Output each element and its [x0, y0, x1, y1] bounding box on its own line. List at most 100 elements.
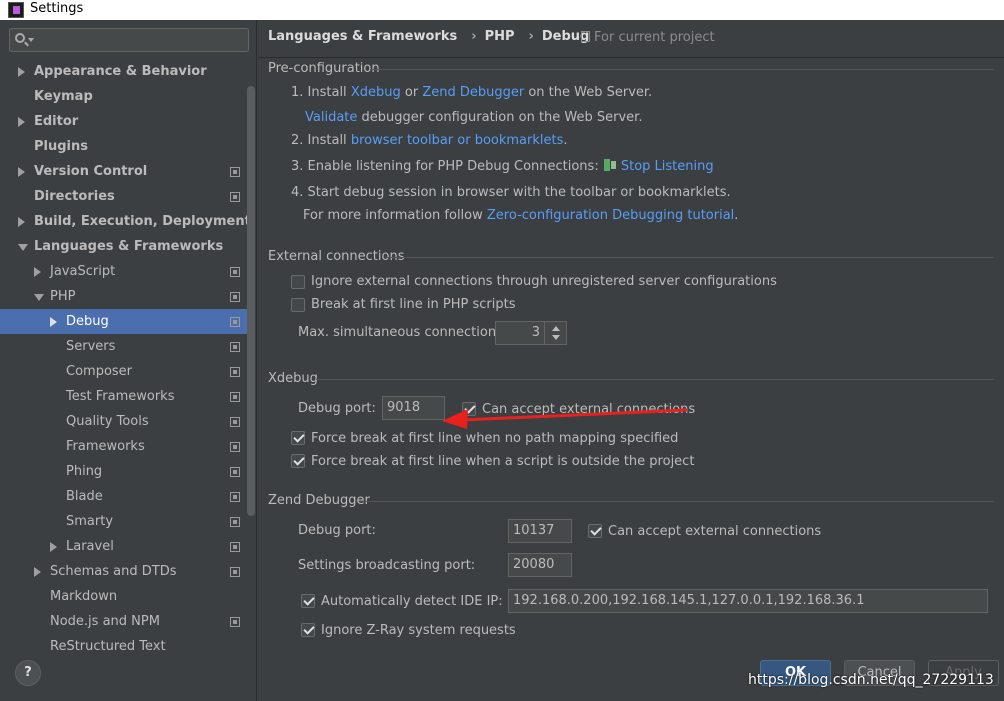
max-connections-value: 3 — [531, 325, 540, 340]
sidebar-item-composer[interactable]: Composer — [0, 359, 247, 384]
sidebar-item-schemas-and-dtds[interactable]: Schemas and DTDs — [0, 559, 247, 584]
expand-down-icon[interactable] — [18, 244, 28, 251]
step-4: 4. Start debug session in browser with t… — [291, 185, 731, 200]
sidebar-item-label: Blade — [66, 489, 103, 504]
sidebar-scrollbar[interactable] — [247, 86, 255, 516]
validate-link[interactable]: Validate — [305, 110, 357, 125]
phpstorm-app-icon — [8, 2, 24, 18]
xdebug-link[interactable]: Xdebug — [351, 85, 401, 100]
zend-accept-external-checkbox[interactable] — [588, 524, 602, 538]
force-break-outside-checkbox[interactable] — [291, 454, 305, 468]
zend-accept-external-label: Can accept external connections — [608, 524, 822, 539]
step-1-text: 1. Install — [291, 85, 347, 100]
sidebar-item-label: Build, Execution, Deployment — [34, 214, 251, 229]
sidebar-item-label: Markdown — [50, 589, 118, 604]
project-scope-icon — [230, 517, 240, 527]
force-break-no-mapping-checkbox[interactable] — [291, 431, 305, 445]
expand-right-icon[interactable] — [18, 67, 25, 77]
zend-debugger-link[interactable]: Zend Debugger — [422, 85, 524, 100]
sidebar-item-label: Frameworks — [66, 439, 145, 454]
sidebar-item-quality-tools[interactable]: Quality Tools — [0, 409, 247, 434]
force-break-no-mapping-label: Force break at first line when no path m… — [311, 431, 679, 446]
break-first-line-checkbox[interactable] — [291, 298, 305, 312]
expand-right-icon[interactable] — [34, 567, 41, 577]
sidebar-item-php[interactable]: PHP — [0, 284, 247, 309]
sidebar-item-appearance-behavior[interactable]: Appearance & Behavior — [0, 59, 247, 84]
sidebar-item-markdown[interactable]: Markdown — [0, 584, 247, 609]
sidebar-item-label: PHP — [50, 289, 76, 304]
sidebar-item-servers[interactable]: Servers — [0, 334, 247, 359]
sidebar-item-label: JavaScript — [50, 264, 116, 279]
breadcrumb-php: PHP — [484, 29, 515, 44]
sidebar-item-directories[interactable]: Directories — [0, 184, 247, 209]
sidebar-item-languages-frameworks[interactable]: Languages & Frameworks — [0, 234, 247, 259]
expand-right-icon[interactable] — [50, 542, 57, 552]
project-scope-icon — [230, 317, 240, 327]
sidebar-item-frameworks[interactable]: Frameworks — [0, 434, 247, 459]
project-scope-icon — [230, 292, 240, 302]
sidebar-item-label: Schemas and DTDs — [50, 564, 177, 579]
sidebar-item-smarty[interactable]: Smarty — [0, 509, 247, 534]
ignore-zray-checkbox[interactable] — [301, 623, 315, 637]
expand-right-icon[interactable] — [18, 117, 25, 127]
section-divider — [370, 69, 994, 70]
sidebar-item-editor[interactable]: Editor — [0, 109, 247, 134]
sidebar-item-version-control[interactable]: Version Control — [0, 159, 247, 184]
settings-search-input[interactable] — [9, 28, 249, 52]
expand-right-icon[interactable] — [34, 267, 41, 277]
max-connections-label: Max. simultaneous connections: — [298, 325, 508, 340]
project-scope-icon — [230, 192, 240, 202]
annotation-arrow-icon — [442, 408, 688, 429]
section-title-zend-debugger: Zend Debugger — [268, 493, 370, 508]
sidebar-item-test-frameworks[interactable]: Test Frameworks — [0, 384, 247, 409]
ide-ip-input[interactable]: 192.168.0.200,192.168.145.1,127.0.0.1,19… — [508, 589, 988, 613]
sidebar-item-laravel[interactable]: Laravel — [0, 534, 247, 559]
settings-sidebar: Appearance & Behavior Keymap Editor Plugins… — [0, 20, 257, 701]
sidebar-item-keymap[interactable]: Keymap — [0, 84, 247, 109]
sidebar-item-phing[interactable]: Phing — [0, 459, 247, 484]
ignore-zray-label: Ignore Z-Ray system requests — [321, 623, 516, 638]
sidebar-item-debug[interactable]: Debug — [0, 309, 247, 334]
spinner-down-icon[interactable] — [552, 335, 560, 340]
browser-toolbar-link[interactable]: browser toolbar or bookmarklets — [351, 133, 564, 148]
project-scope-icon — [230, 167, 240, 177]
broadcast-port-input[interactable]: 20080 — [508, 553, 572, 577]
expand-right-icon[interactable] — [18, 217, 25, 227]
max-connections-spinner[interactable]: 3 — [495, 321, 567, 345]
xdebug-port-input[interactable]: 9018 — [382, 396, 445, 420]
sidebar-item-label: Plugins — [34, 139, 88, 154]
project-scope-icon — [230, 342, 240, 352]
spinner-up-icon[interactable] — [552, 326, 560, 331]
ignore-external-checkbox[interactable] — [291, 275, 305, 289]
break-first-line-label: Break at first line in PHP scripts — [311, 297, 516, 312]
zend-port-input[interactable]: 10137 — [508, 519, 572, 543]
stop-listening-link[interactable]: Stop Listening — [621, 159, 714, 174]
validate-line: Validate debugger configuration on the W… — [305, 110, 642, 125]
sidebar-item-node-js-and-npm[interactable]: Node.js and NPM — [0, 609, 247, 634]
sidebar-item-label: Laravel — [66, 539, 114, 554]
auto-detect-ip-checkbox[interactable] — [301, 594, 315, 608]
expand-down-icon[interactable] — [34, 294, 44, 301]
sidebar-item-javascript[interactable]: JavaScript — [0, 259, 247, 284]
sidebar-item-build-execution-deployment[interactable]: Build, Execution, Deployment — [0, 209, 251, 234]
sidebar-item-label: Version Control — [34, 164, 148, 179]
sidebar-item-blade[interactable]: Blade — [0, 484, 247, 509]
ignore-external-label: Ignore external connections through unre… — [311, 274, 777, 289]
listening-plug-icon — [603, 158, 617, 172]
section-title-external-connections: External connections — [268, 249, 405, 264]
spinner-buttons[interactable] — [544, 322, 566, 344]
expand-right-icon[interactable] — [50, 317, 57, 327]
sidebar-item-label: Servers — [66, 339, 116, 354]
project-scope-icon — [581, 31, 590, 42]
auto-detect-ip-label: Automatically detect IDE IP: — [321, 594, 503, 609]
zero-config-tutorial-link[interactable]: Zero-configuration Debugging tutorial — [487, 208, 734, 223]
sidebar-item-plugins[interactable]: Plugins — [0, 134, 247, 159]
help-button[interactable]: ? — [15, 660, 41, 686]
expand-right-icon[interactable] — [18, 167, 25, 177]
sidebar-item-restructured-text[interactable]: ReStructured Text — [0, 634, 247, 659]
watermark: https://blog.csdn.net/qq_27229113 — [748, 672, 994, 688]
project-scope-icon — [230, 567, 240, 577]
project-scope-icon — [230, 267, 240, 277]
breadcrumb: Languages & Frameworks › PHP › Debug — [268, 29, 595, 44]
step-2: 2. Install browser toolbar or bookmarkle… — [291, 133, 568, 148]
